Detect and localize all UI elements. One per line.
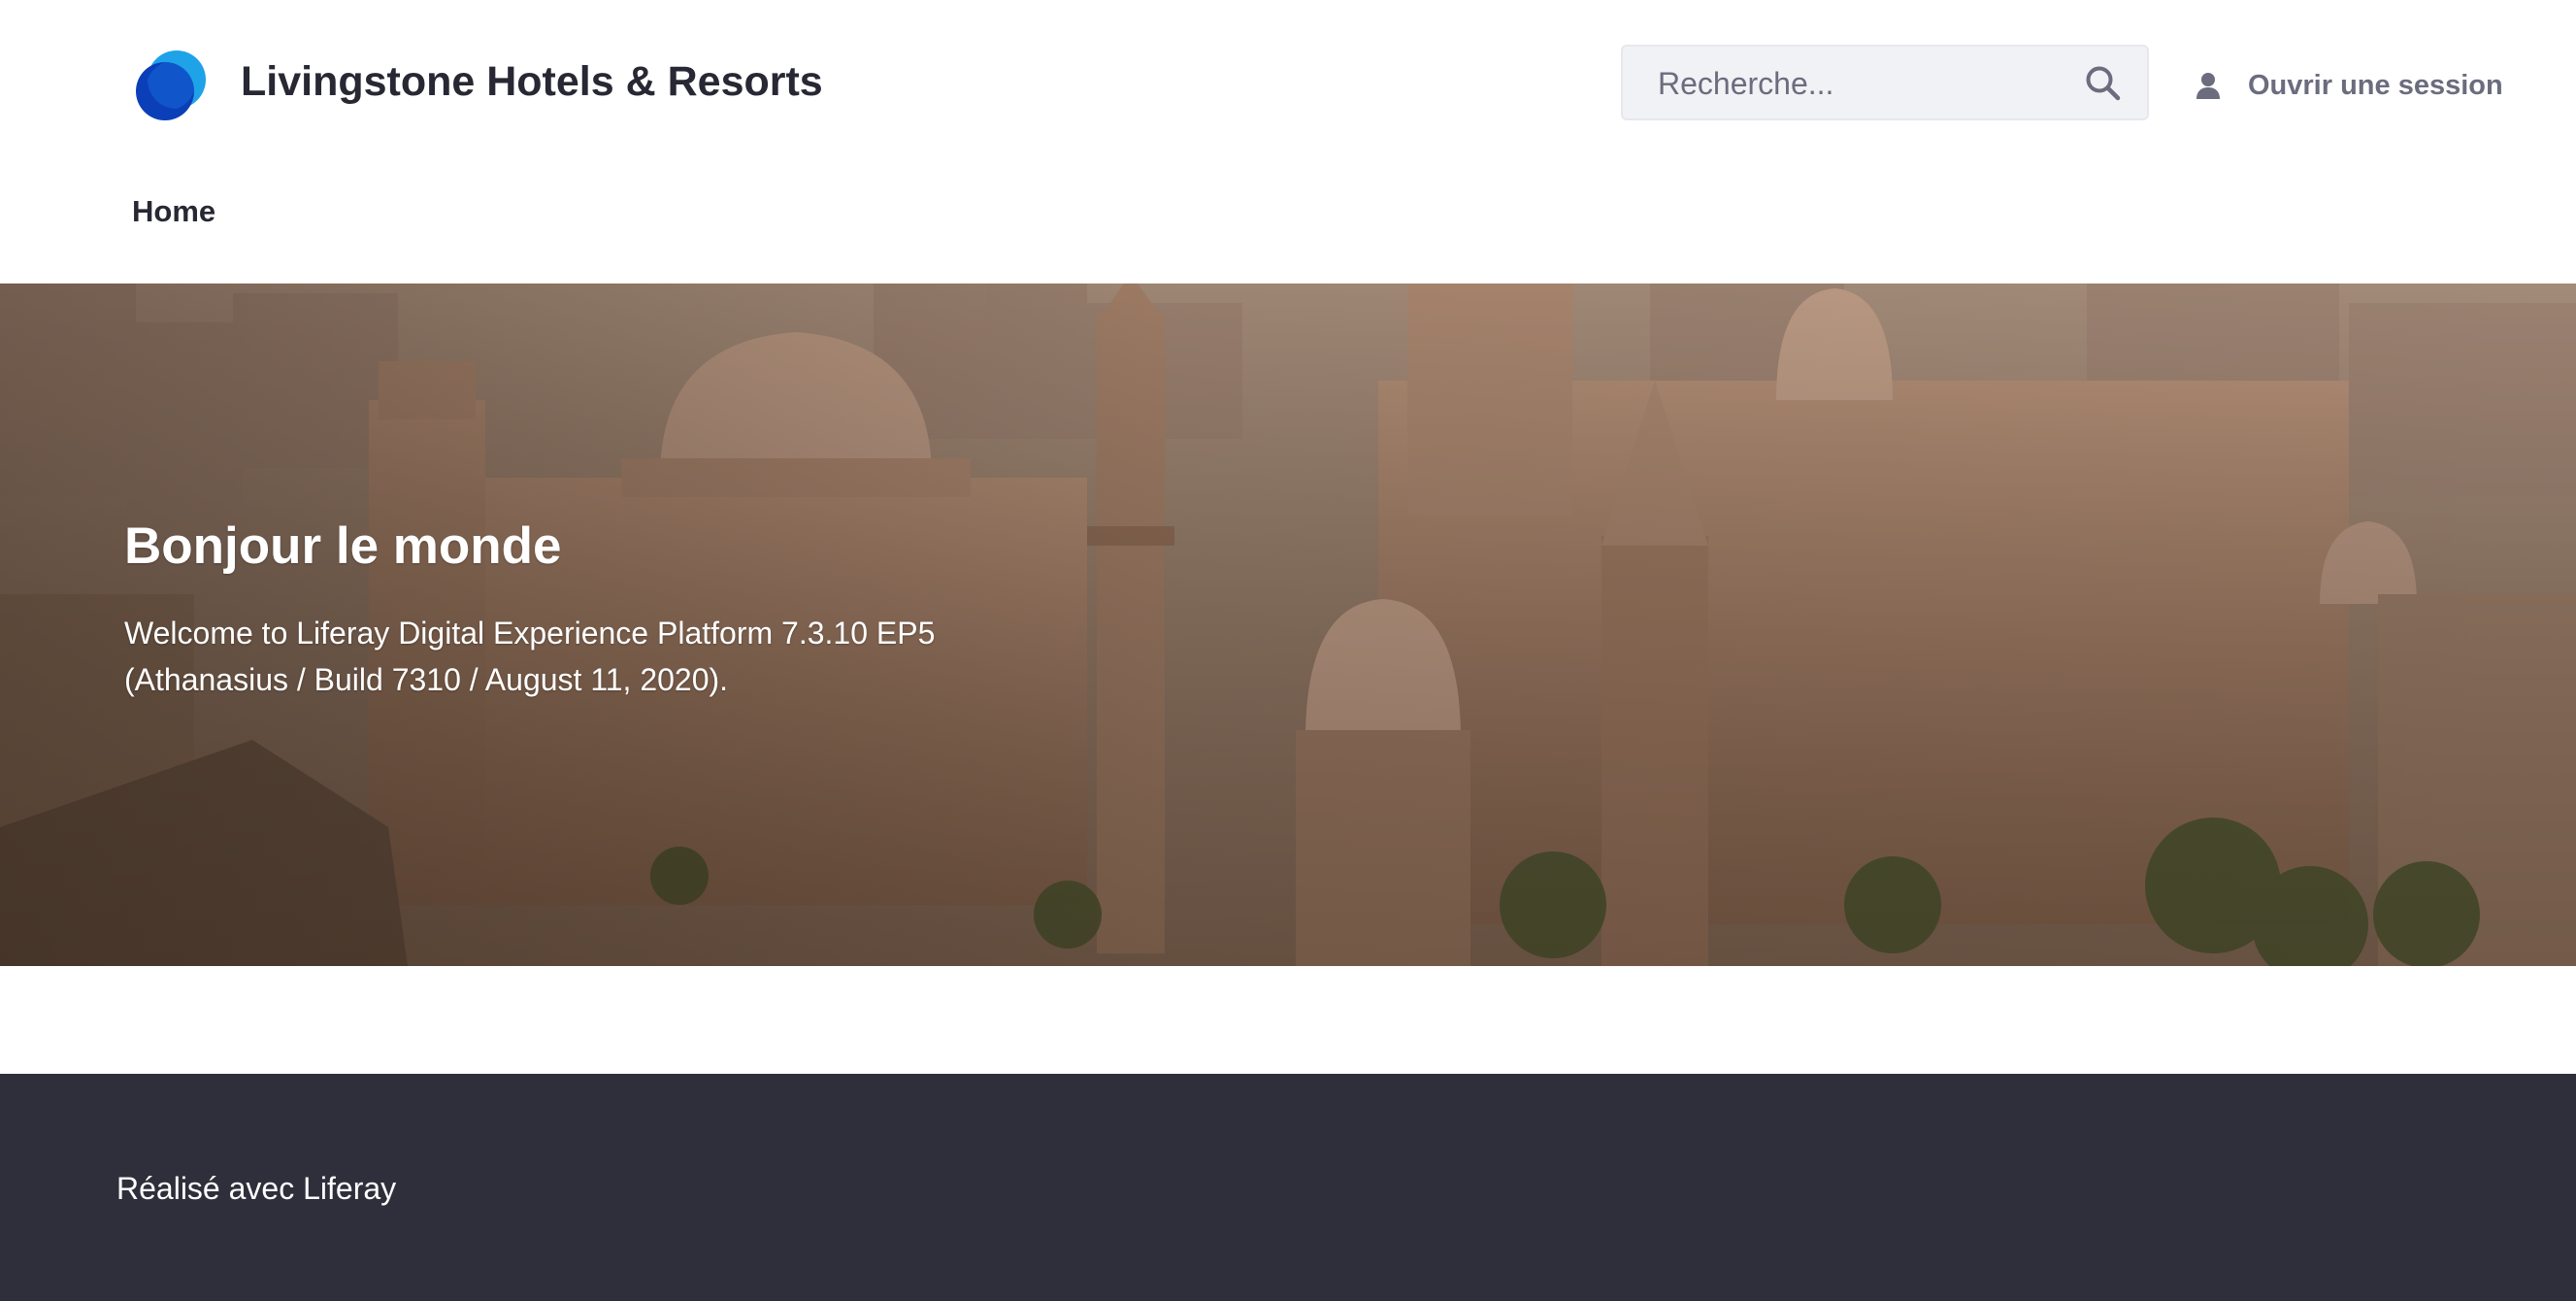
- site-header: Livingstone Hotels & Resorts Ouvrir une …: [0, 0, 2576, 284]
- powered-by-link[interactable]: Réalisé avec Liferay: [116, 1171, 396, 1207]
- search-bar: [1621, 45, 2149, 120]
- site-footer: Réalisé avec Liferay: [0, 1074, 2576, 1301]
- site-name[interactable]: Livingstone Hotels & Resorts: [241, 58, 823, 106]
- hero-description: Welcome to Liferay Digital Experience Pl…: [124, 616, 936, 697]
- sign-in-label: Ouvrir une session: [2248, 69, 2503, 101]
- nav-item-home[interactable]: Home: [132, 194, 215, 229]
- search-icon[interactable]: [2085, 65, 2122, 102]
- search-input[interactable]: [1656, 47, 2067, 120]
- hero-banner: Bonjour le monde Welcome to Liferay Digi…: [0, 284, 2576, 966]
- user-icon: [2196, 72, 2221, 99]
- hero-title: Bonjour le monde: [124, 517, 562, 575]
- sign-in-link[interactable]: Ouvrir une session: [2196, 66, 2503, 105]
- liferay-logo-icon[interactable]: [132, 47, 210, 124]
